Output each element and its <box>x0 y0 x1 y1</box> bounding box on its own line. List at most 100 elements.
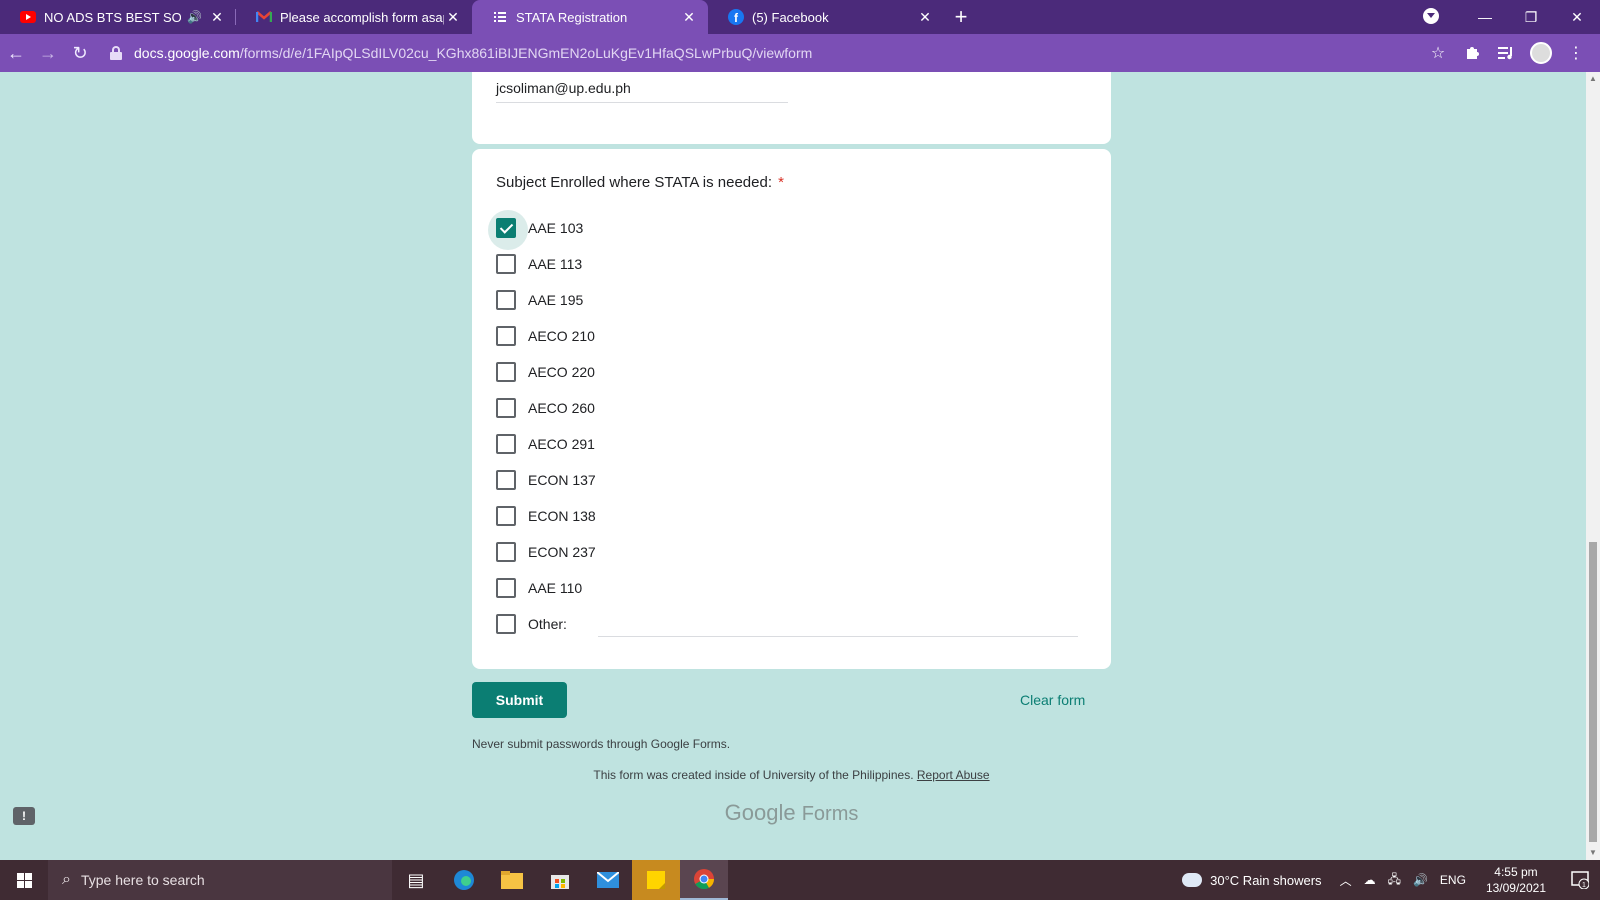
close-icon[interactable]: ✕ <box>916 8 934 26</box>
option-label: Other: <box>528 616 567 632</box>
reload-button[interactable]: ↻ <box>64 37 96 69</box>
store-icon[interactable] <box>536 860 584 900</box>
show-hidden-icons-chevron-icon[interactable]: ︿ <box>1340 872 1352 889</box>
google-forms-logo[interactable]: Google Forms <box>472 800 1111 826</box>
toolbar-actions: ☆ ⋮ <box>1428 42 1600 64</box>
profile-avatar[interactable] <box>1530 42 1552 64</box>
other-text-input[interactable] <box>598 636 1078 637</box>
report-abuse-link[interactable]: Report Abuse <box>917 768 990 782</box>
form-origin-note: This form was created inside of Universi… <box>472 768 1111 782</box>
windows-logo-icon <box>16 872 32 888</box>
close-icon[interactable]: ✕ <box>680 8 698 26</box>
bookmark-star-icon[interactable]: ☆ <box>1428 43 1448 63</box>
checkbox-checked[interactable] <box>488 210 528 250</box>
lock-icon[interactable] <box>110 46 122 60</box>
url-path: /forms/d/e/1FAIpQLSdILV02cu_KGhx861iBIJE… <box>239 45 813 61</box>
tab-facebook[interactable]: f (5) Facebook ✕ <box>708 0 944 34</box>
option-label: AAE 103 <box>528 220 584 236</box>
scroll-up-arrow[interactable]: ▲ <box>1589 74 1597 83</box>
close-icon[interactable]: ✕ <box>208 8 226 26</box>
scroll-thumb[interactable] <box>1589 542 1597 842</box>
option-label: AAE 195 <box>528 292 584 308</box>
option-other[interactable]: Other: <box>496 612 567 636</box>
start-button[interactable] <box>0 860 48 900</box>
option-aae-103[interactable]: AAE 103 <box>488 210 584 250</box>
minimize-button[interactable]: — <box>1462 9 1508 25</box>
sticky-notes-icon[interactable] <box>632 860 680 900</box>
edge-icon[interactable] <box>440 860 488 900</box>
option-aae-195[interactable]: AAE 195 <box>496 288 583 312</box>
question-card: Subject Enrolled where STATA is needed: … <box>472 149 1111 669</box>
media-controls-icon[interactable] <box>1496 43 1516 63</box>
browser-tabstrip: NO ADS BTS BEST SONGS PL 🔊 ✕ Please acco… <box>0 0 1600 34</box>
page-scrollbar[interactable]: ▲ ▼ <box>1586 72 1600 860</box>
option-econ-138[interactable]: ECON 138 <box>496 504 596 528</box>
address-bar[interactable]: docs.google.com/forms/d/e/1FAIpQLSdILV02… <box>96 38 1428 68</box>
brand-google: Google <box>724 800 796 825</box>
tab-title: (5) Facebook <box>752 9 829 25</box>
form-page: jcsoliman@up.edu.ph Subject Enrolled whe… <box>0 72 1586 860</box>
forward-button[interactable]: → <box>32 37 64 69</box>
checkbox[interactable] <box>496 398 516 418</box>
checkbox[interactable] <box>496 614 516 634</box>
onedrive-cloud-icon[interactable]: ☁ <box>1364 873 1376 887</box>
restore-button[interactable]: ❐ <box>1508 9 1554 26</box>
tab-gmail[interactable]: Please accomplish form asap RE: ✕ <box>236 0 472 34</box>
weather-widget[interactable]: 30°C Rain showers <box>1178 868 1322 888</box>
weather-cloud-icon <box>1178 868 1203 887</box>
gmail-icon <box>256 9 272 25</box>
option-aeco-260[interactable]: AECO 260 <box>496 396 595 420</box>
option-label: AECO 210 <box>528 328 595 344</box>
option-label: ECON 138 <box>528 508 596 524</box>
close-window-button[interactable]: ✕ <box>1554 9 1600 26</box>
network-icon[interactable]: 🖧 <box>1388 870 1401 891</box>
option-econ-237[interactable]: ECON 237 <box>496 540 596 564</box>
option-aae-113[interactable]: AAE 113 <box>496 252 582 276</box>
taskbar-search[interactable]: ⌕ Type here to search <box>48 860 392 900</box>
option-aeco-220[interactable]: AECO 220 <box>496 360 595 384</box>
email-field[interactable]: jcsoliman@up.edu.ph <box>496 80 631 96</box>
tab-title: Please accomplish form asap RE: <box>280 9 444 25</box>
checkbox[interactable] <box>496 542 516 562</box>
mail-icon[interactable] <box>584 860 632 900</box>
option-econ-137[interactable]: ECON 137 <box>496 468 596 492</box>
feedback-icon[interactable]: ! <box>13 807 35 825</box>
tab-stata-registration[interactable]: STATA Registration ✕ <box>472 0 708 34</box>
checkbox[interactable] <box>496 362 516 382</box>
question-title: Subject Enrolled where STATA is needed: … <box>496 174 784 191</box>
close-icon[interactable]: ✕ <box>444 8 462 26</box>
submit-button[interactable]: Submit <box>472 682 567 718</box>
option-label: AAE 110 <box>528 580 583 596</box>
option-aeco-210[interactable]: AECO 210 <box>496 324 595 348</box>
checkbox[interactable] <box>496 326 516 346</box>
checkbox[interactable] <box>496 254 516 274</box>
checkbox[interactable] <box>496 470 516 490</box>
clear-form-button[interactable]: Clear form <box>1020 682 1085 718</box>
weather-text: 30°C Rain showers <box>1210 872 1322 888</box>
task-view-icon[interactable]: ▤ <box>392 860 440 900</box>
more-menu-icon[interactable]: ⋮ <box>1566 43 1586 63</box>
chrome-icon[interactable] <box>680 860 728 900</box>
scroll-down-arrow[interactable]: ▼ <box>1589 848 1597 857</box>
language-indicator[interactable]: ENG <box>1440 873 1466 887</box>
option-aae-110[interactable]: AAE 110 <box>496 576 582 600</box>
clock-date: 13/09/2021 <box>1485 881 1546 895</box>
notification-center-icon[interactable]: 1 <box>1560 860 1600 900</box>
checkbox[interactable] <box>496 434 516 454</box>
clock[interactable]: 4:55 pm 13/09/2021 <box>1486 864 1546 896</box>
file-explorer-icon[interactable] <box>488 860 536 900</box>
new-tab-button[interactable]: + <box>944 0 978 34</box>
option-aeco-291[interactable]: AECO 291 <box>496 432 595 456</box>
tab-search-icon[interactable] <box>1416 7 1462 27</box>
audio-playing-icon[interactable]: 🔊 <box>187 10 202 24</box>
checkbox[interactable] <box>496 290 516 310</box>
google-forms-icon <box>492 9 508 25</box>
url-host: docs.google.com <box>134 45 240 61</box>
checkbox[interactable] <box>496 506 516 526</box>
created-text: This form was created inside of Universi… <box>593 768 914 782</box>
checkbox[interactable] <box>496 578 516 598</box>
volume-icon[interactable]: 🔊 <box>1413 873 1428 887</box>
tab-youtube[interactable]: NO ADS BTS BEST SONGS PL 🔊 ✕ <box>0 0 236 34</box>
back-button[interactable]: ← <box>0 37 32 69</box>
extensions-puzzle-icon[interactable] <box>1462 43 1482 63</box>
